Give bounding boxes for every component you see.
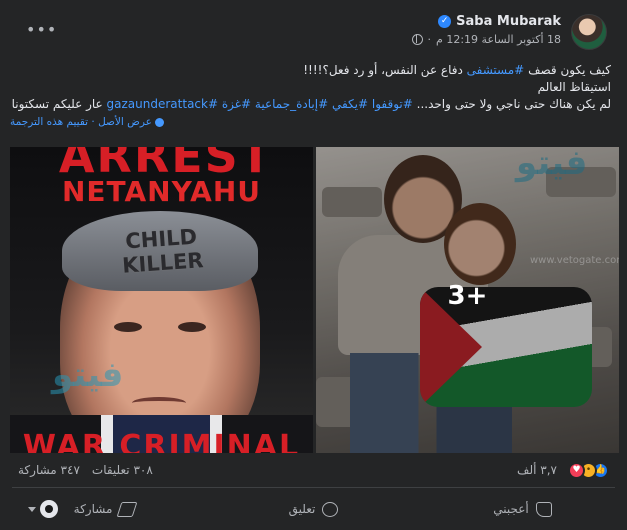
see-original-label[interactable]: عرض الأصل · تقييم هذه الترجمة [10,116,152,128]
post-header: Saba Mubarak ✓ 18 أكتوبر الساعة 12:19 م … [0,0,627,58]
poster-eye-right [178,322,206,332]
poster-stamp: CHILD KILLER [100,223,223,279]
post-text-line-1: كيف يكون قصف #مستشفى دفاع عن النفس، أو ر… [11,62,611,79]
comment-button[interactable]: تعليق [209,490,418,528]
line1-end: دفاع عن النفس، أو رد فعل؟!!!! [303,63,463,77]
meta-separator: · [427,33,432,46]
comment-label: تعليق [288,502,316,516]
comments-count[interactable]: ٣٠٨ تعليقات [92,463,153,477]
more-options-button[interactable]: ••• [26,20,57,39]
more-photos-count[interactable]: 3+ [316,281,619,311]
share-label: مشاركة [73,502,113,516]
post-image-children[interactable]: فيتو www.vetogate.com 3+ [316,147,619,453]
author-name[interactable]: Saba Mubarak [456,14,561,29]
react-as-selector[interactable] [28,500,58,518]
globe-icon[interactable] [411,34,423,45]
poster-mouth [132,397,186,409]
viewer-avatar [40,500,58,518]
line3-start: لم يكن هناك حتى ناجي ولا حتى واحد... [416,97,611,111]
facebook-post: Saba Mubarak ✓ 18 أكتوبر الساعة 12:19 م … [0,0,627,530]
chevron-down-icon [28,506,36,512]
comment-bubble-icon [322,501,339,517]
author-avatar[interactable] [571,14,607,50]
like-button[interactable]: أعجبني [418,490,627,528]
hashtags[interactable]: #توقفوا #يكفي #إبادة_جماعية #غزة #gazaun… [107,97,413,111]
see-original-link[interactable]: عرض الأصل · تقييم هذه الترجمة [10,116,164,128]
watermark-left: فيتو [52,355,124,395]
reaction-count[interactable]: ٣,٧ ألف [517,463,557,477]
engagement-counts: ٣٠٨ تعليقات ٣٤٧ مشاركة [18,463,153,477]
poster-eye-left [114,322,142,332]
poster-headline-name: NETANYAHU [61,175,262,208]
thumbs-up-icon [535,501,552,517]
gear-icon [154,117,164,127]
shares-count[interactable]: ٣٤٧ مشاركة [18,463,80,477]
hashtag-hospital[interactable]: #مستشفى [467,63,525,77]
line1-start: كيف يكون قصف [528,63,611,77]
verified-badge-icon: ✓ [438,15,452,28]
share-arrow-icon [116,501,138,517]
author-row: Saba Mubarak ✓ [438,14,561,29]
reactions-summary: 👍 • ♥ ٣,٧ ألف ٣٠٨ تعليقات ٣٤٧ مشاركة [0,456,627,482]
reaction-icons[interactable]: 👍 • ♥ [568,462,609,479]
post-text-line-3: لم يكن هناك حتى ناجي ولا حتى واحد... #تو… [11,96,611,113]
post-timestamp[interactable]: 18 أكتوبر الساعة 12:19 م [436,33,561,46]
love-icon: ♥ [568,462,585,479]
actions-divider [12,487,615,488]
like-label: أعجبني [493,502,529,516]
action-bar: أعجبني تعليق مشاركة [0,490,627,528]
poster-headline-bottom: WAR CRIMINAL [22,429,301,453]
post-meta: 18 أكتوبر الساعة 12:19 م · [411,33,561,46]
post-image-poster[interactable]: ARREST NETANYAHU CHILD KILLER WAR CRIMIN… [10,147,313,453]
post-text-line-2: استيقاظ العالم [537,80,611,94]
post-text: كيف يكون قصف #مستشفى دفاع عن النفس، أو ر… [11,62,611,113]
line3-end: عار عليكم تسكتونا هل تنامون الليل [11,97,103,111]
